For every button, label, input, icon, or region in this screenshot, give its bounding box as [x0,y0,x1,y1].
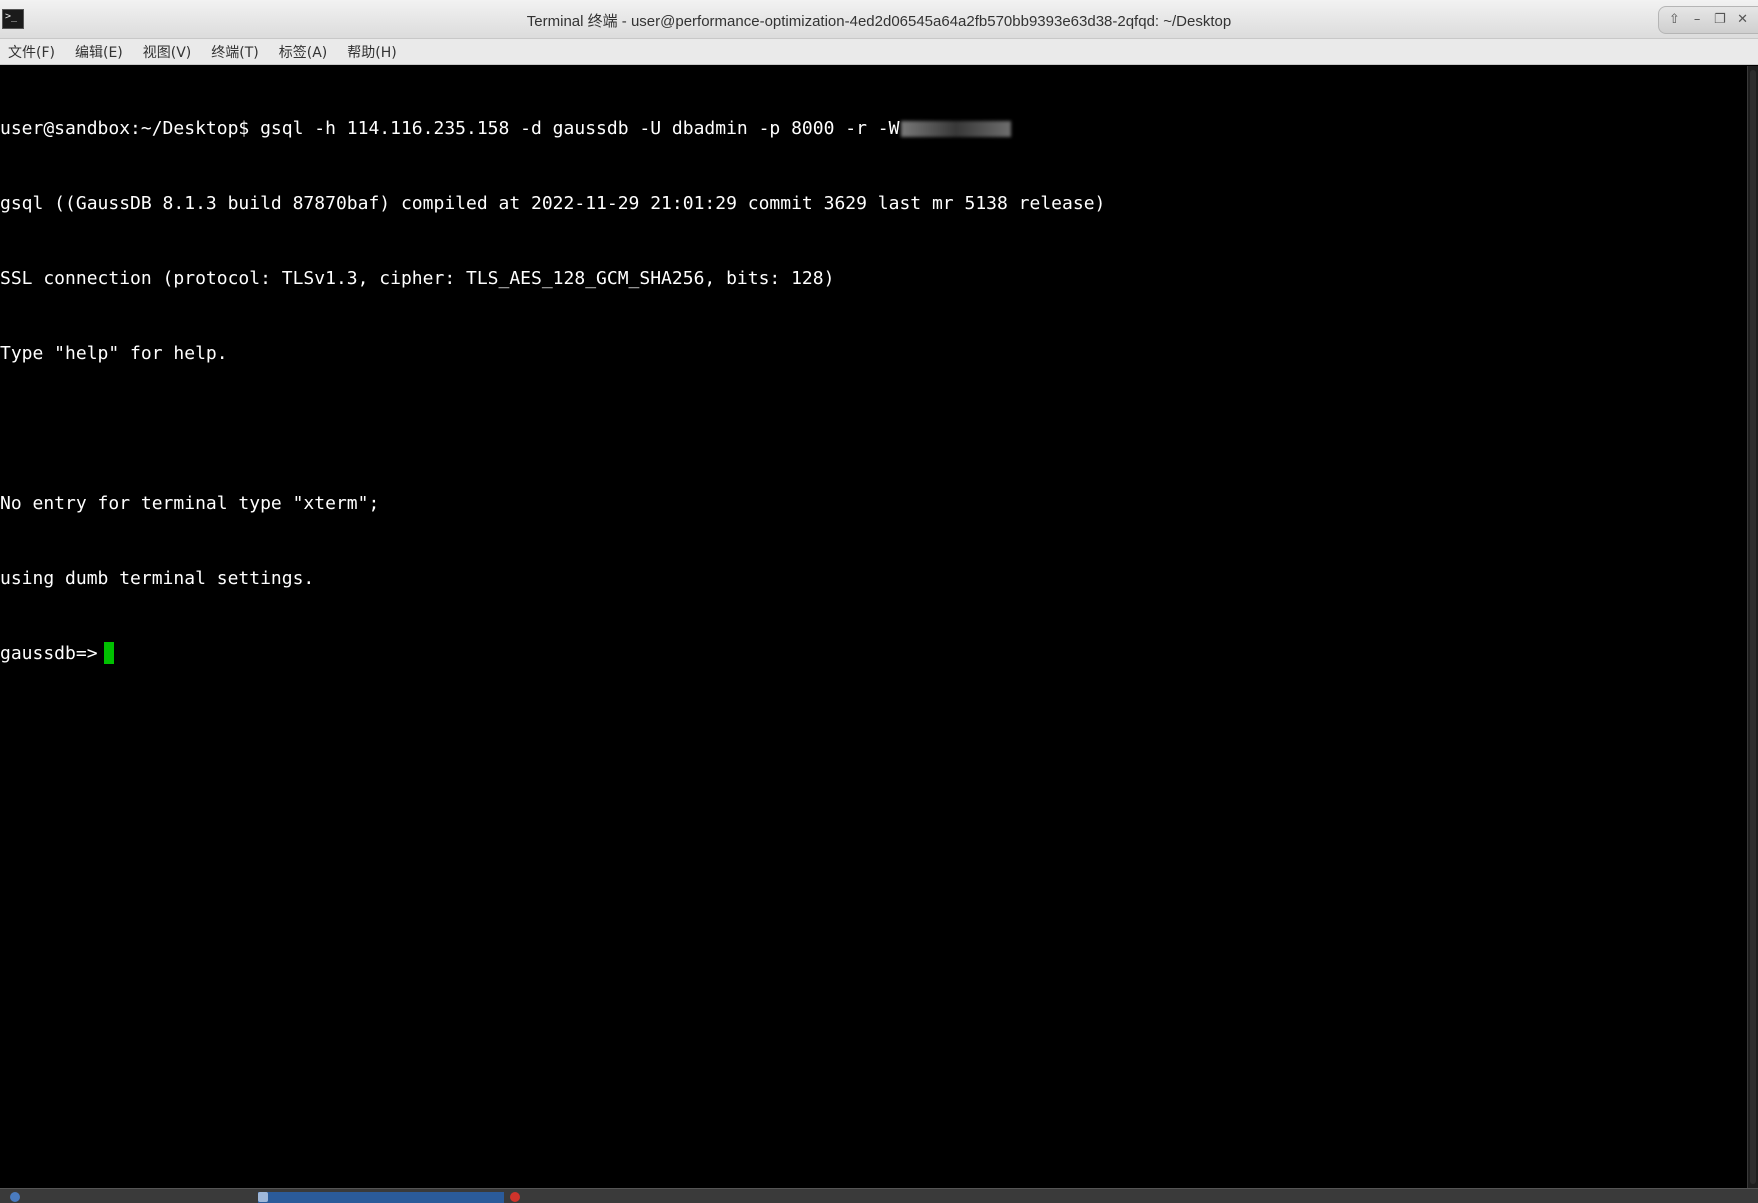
window-controls: ⇧ – ❐ ✕ [1658,6,1758,34]
terminal-line: No entry for terminal type "xterm"; [0,491,1105,516]
terminal-line-text: Type "help" for help. [0,343,228,364]
terminal-line: SSL connection (protocol: TLSv1.3, ciphe… [0,266,1105,291]
terminal-line: using dumb terminal settings. [0,566,1105,591]
redacted-password [901,121,1012,137]
maximize-icon[interactable]: ❐ [1710,10,1730,30]
terminal-output-area[interactable]: user@sandbox:~/Desktop$ gsql -h 114.116.… [0,66,1748,1188]
menu-help[interactable]: 帮助(H) [347,42,396,62]
terminal-line: Type "help" for help. [0,341,1105,366]
terminal-line-text: gsql ((GaussDB 8.1.3 build 87870baf) com… [0,193,1106,214]
terminal-lines: user@sandbox:~/Desktop$ gsql -h 114.116.… [0,66,1105,716]
close-icon[interactable]: ✕ [1733,10,1753,30]
terminal-prompt-line[interactable]: gaussdb=> [0,641,1105,666]
scrollbar-thumb[interactable] [1750,70,1756,1184]
taskbar-item[interactable] [510,1192,720,1203]
window-title: Terminal 终端 - user@performance-optimizat… [526,13,1232,30]
terminal-taskbar-icon [258,1192,268,1202]
taskbar-app-icon [510,1192,520,1202]
shade-up-icon[interactable]: ⇧ [1664,10,1684,30]
menu-bar: 文件(F) 编辑(E) 视图(V) 终端(T) 标签(A) 帮助(H) [0,39,1758,65]
menu-file[interactable]: 文件(F) [8,42,55,62]
terminal-line-text: user@sandbox:~/Desktop$ gsql -h 114.116.… [0,118,900,139]
taskbar-item[interactable] [10,1192,230,1203]
taskbar [0,1188,1758,1203]
terminal-line-text: using dumb terminal settings. [0,568,315,589]
taskbar-app-icon [10,1192,20,1202]
terminal-scrollbar[interactable] [1747,66,1758,1188]
terminal-line-text: No entry for terminal type "xterm"; [0,493,380,514]
terminal-line: user@sandbox:~/Desktop$ gsql -h 114.116.… [0,116,1105,141]
menu-terminal[interactable]: 终端(T) [211,42,258,62]
terminal-line-text: SSL connection (protocol: TLSv1.3, ciphe… [0,268,835,289]
minimize-icon[interactable]: – [1687,10,1707,30]
terminal-cursor [103,642,114,664]
terminal-line: gsql ((GaussDB 8.1.3 build 87870baf) com… [0,191,1105,216]
taskbar-item-active[interactable] [258,1192,504,1203]
menu-view[interactable]: 视图(V) [143,42,192,62]
menu-edit[interactable]: 编辑(E) [75,42,123,62]
title-bar[interactable]: >_ Terminal 终端 - user@performance-optimi… [0,0,1758,39]
terminal-window: >_ Terminal 终端 - user@performance-optimi… [0,0,1758,1203]
menu-tabs[interactable]: 标签(A) [279,42,328,62]
terminal-prompt: gaussdb=> [0,643,98,664]
